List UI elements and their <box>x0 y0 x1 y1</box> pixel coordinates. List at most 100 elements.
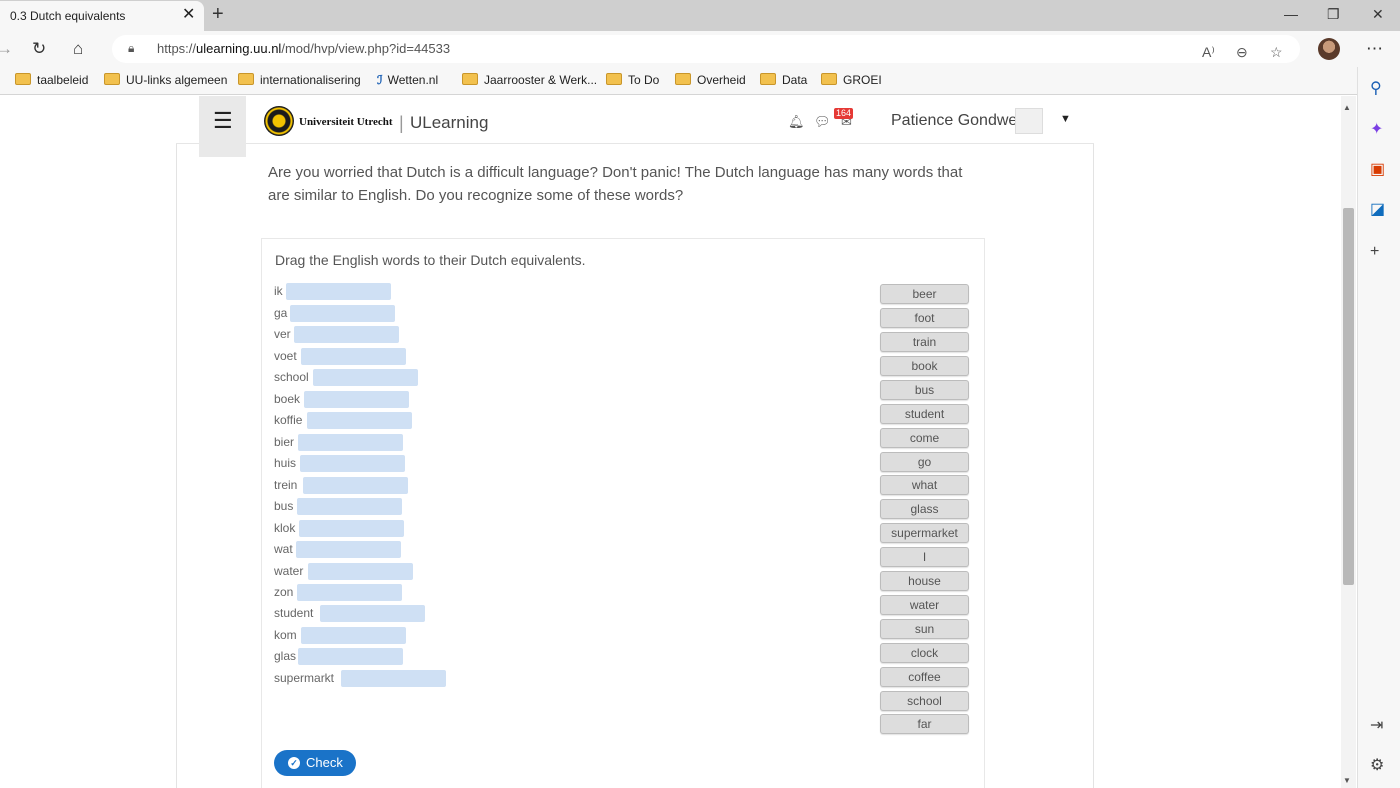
restore-icon[interactable]: ❐ <box>1327 6 1340 22</box>
bookmark-data[interactable]: Data <box>760 73 807 87</box>
drop-zone[interactable] <box>290 305 395 322</box>
drop-zone[interactable] <box>341 670 446 687</box>
bookmark-jaarrooster[interactable]: Jaarrooster & Werk... <box>462 73 597 87</box>
draggable-word[interactable]: far <box>880 714 969 734</box>
draggable-word[interactable]: student <box>880 404 969 424</box>
profile-avatar[interactable] <box>1318 38 1340 60</box>
drop-zone[interactable] <box>301 348 406 365</box>
menu-button[interactable]: ☰ <box>199 96 246 157</box>
drop-zone[interactable] <box>303 477 408 494</box>
outlook-icon[interactable]: ◪ <box>1370 201 1385 219</box>
uu-seal-logo <box>264 106 294 136</box>
bookmark-taalbeleid[interactable]: taalbeleid <box>15 73 88 87</box>
home-icon[interactable]: ⌂ <box>73 39 83 59</box>
user-avatar[interactable] <box>1015 108 1043 134</box>
bookmark-wetten[interactable]: ℐ Wetten.nl <box>377 73 438 87</box>
reload-icon[interactable]: ↻ <box>32 39 46 59</box>
drop-zone[interactable] <box>298 648 403 665</box>
draggable-word[interactable]: what <box>880 475 969 495</box>
user-name[interactable]: Patience Gondwe <box>891 112 1017 130</box>
drop-zone[interactable] <box>308 563 413 580</box>
active-tab[interactable]: 0.3 Dutch equivalents ✕ <box>0 1 204 31</box>
bookmark-overheid[interactable]: Overheid <box>675 73 746 87</box>
hamburger-icon: ☰ <box>213 108 233 133</box>
draggable-word[interactable]: go <box>880 452 969 472</box>
drop-zone[interactable] <box>300 455 405 472</box>
header-separator: | <box>399 113 404 133</box>
tab-bar: 0.3 Dutch equivalents ✕ + — ❐ ✕ <box>0 0 1400 31</box>
check-button[interactable]: ✓ Check <box>274 750 356 776</box>
check-circle-icon: ✓ <box>288 757 300 769</box>
dutch-word: koffie <box>274 413 303 427</box>
draggable-word[interactable]: beer <box>880 284 969 304</box>
drop-zone[interactable] <box>286 283 391 300</box>
favorites-icon[interactable]: ☆ <box>1270 43 1283 61</box>
draggable-word[interactable]: bus <box>880 380 969 400</box>
bookmark-internationalisering[interactable]: internationalisering <box>238 73 361 87</box>
back-icon[interactable]: → <box>0 39 13 59</box>
dutch-word: wat <box>274 542 293 556</box>
bookmark-uu-links[interactable]: UU-links algemeen <box>104 73 227 87</box>
draggable-word[interactable]: I <box>880 547 969 567</box>
scroll-up-icon[interactable]: ▲ <box>1343 103 1351 112</box>
office-icon[interactable]: ▣ <box>1370 161 1385 179</box>
dutch-word: klok <box>274 521 296 535</box>
dutch-word: school <box>274 370 309 384</box>
drop-zone[interactable] <box>297 584 402 601</box>
dutch-word: bier <box>274 435 295 449</box>
copilot-icon[interactable]: ✦ <box>1370 121 1383 139</box>
chat-icon[interactable]: 💬︎ <box>814 115 831 129</box>
draggable-word[interactable]: water <box>880 595 969 615</box>
bell-icon[interactable]: 🔔︎ <box>788 115 805 129</box>
drop-zone[interactable] <box>301 627 406 644</box>
draggable-word[interactable]: foot <box>880 308 969 328</box>
draggable-word[interactable]: supermarket <box>880 523 969 543</box>
dutch-word: student <box>274 606 314 620</box>
draggable-word[interactable]: glass <box>880 499 969 519</box>
draggable-word[interactable]: coffee <box>880 667 969 687</box>
check-button-label: Check <box>306 755 343 770</box>
drop-zone[interactable] <box>297 498 402 515</box>
drop-zone[interactable] <box>298 434 403 451</box>
add-icon[interactable]: + <box>1370 243 1379 261</box>
close-tab-icon[interactable]: ✕ <box>182 7 195 23</box>
draggable-word[interactable]: train <box>880 332 969 352</box>
zoom-icon[interactable]: ⊖ <box>1236 43 1248 61</box>
scroll-down-icon[interactable]: ▼ <box>1343 776 1351 785</box>
new-tab-icon[interactable]: + <box>212 4 224 24</box>
drop-zone[interactable] <box>313 369 418 386</box>
draggable-word[interactable]: school <box>880 691 969 711</box>
url-field[interactable]: 🔒︎ https://ulearning.uu.nl/mod/hvp/view.… <box>112 35 1300 63</box>
draggable-word[interactable]: sun <box>880 619 969 639</box>
draggable-word[interactable]: come <box>880 428 969 448</box>
search-icon[interactable]: ⚲ <box>1370 80 1382 98</box>
tab-title: 0.3 Dutch equivalents <box>10 9 126 23</box>
dutch-word: voet <box>274 349 297 363</box>
bookmark-to-do[interactable]: To Do <box>606 73 659 87</box>
close-window-icon[interactable]: ✕ <box>1372 6 1384 22</box>
wetten-logo-icon: ℐ <box>377 73 383 87</box>
settings-icon[interactable]: ⚙ <box>1370 757 1384 775</box>
drop-zone[interactable] <box>320 605 425 622</box>
folder-icon <box>606 73 622 85</box>
more-icon[interactable]: ⋯ <box>1366 39 1383 59</box>
drop-zone[interactable] <box>307 412 412 429</box>
draggable-word[interactable]: house <box>880 571 969 591</box>
drop-zone[interactable] <box>294 326 399 343</box>
bookmark-groei[interactable]: GROEI <box>821 73 882 87</box>
dutch-word: huis <box>274 456 297 470</box>
drop-zone[interactable] <box>304 391 409 408</box>
draggable-word[interactable]: book <box>880 356 969 376</box>
drop-zone[interactable] <box>299 520 404 537</box>
lock-icon: 🔒︎ <box>128 41 135 55</box>
folder-icon <box>821 73 837 85</box>
draggable-word[interactable]: clock <box>880 643 969 663</box>
site-name[interactable]: ULearning <box>410 113 488 133</box>
read-aloud-icon[interactable]: A⁾ <box>1202 43 1215 61</box>
scrollbar-thumb[interactable] <box>1343 208 1354 585</box>
hide-sidebar-icon[interactable]: ⇥ <box>1370 717 1383 735</box>
drop-zone[interactable] <box>296 541 401 558</box>
minimize-icon[interactable]: — <box>1284 6 1298 22</box>
folder-icon <box>15 73 31 85</box>
chevron-down-icon[interactable]: ▼ <box>1060 113 1071 125</box>
